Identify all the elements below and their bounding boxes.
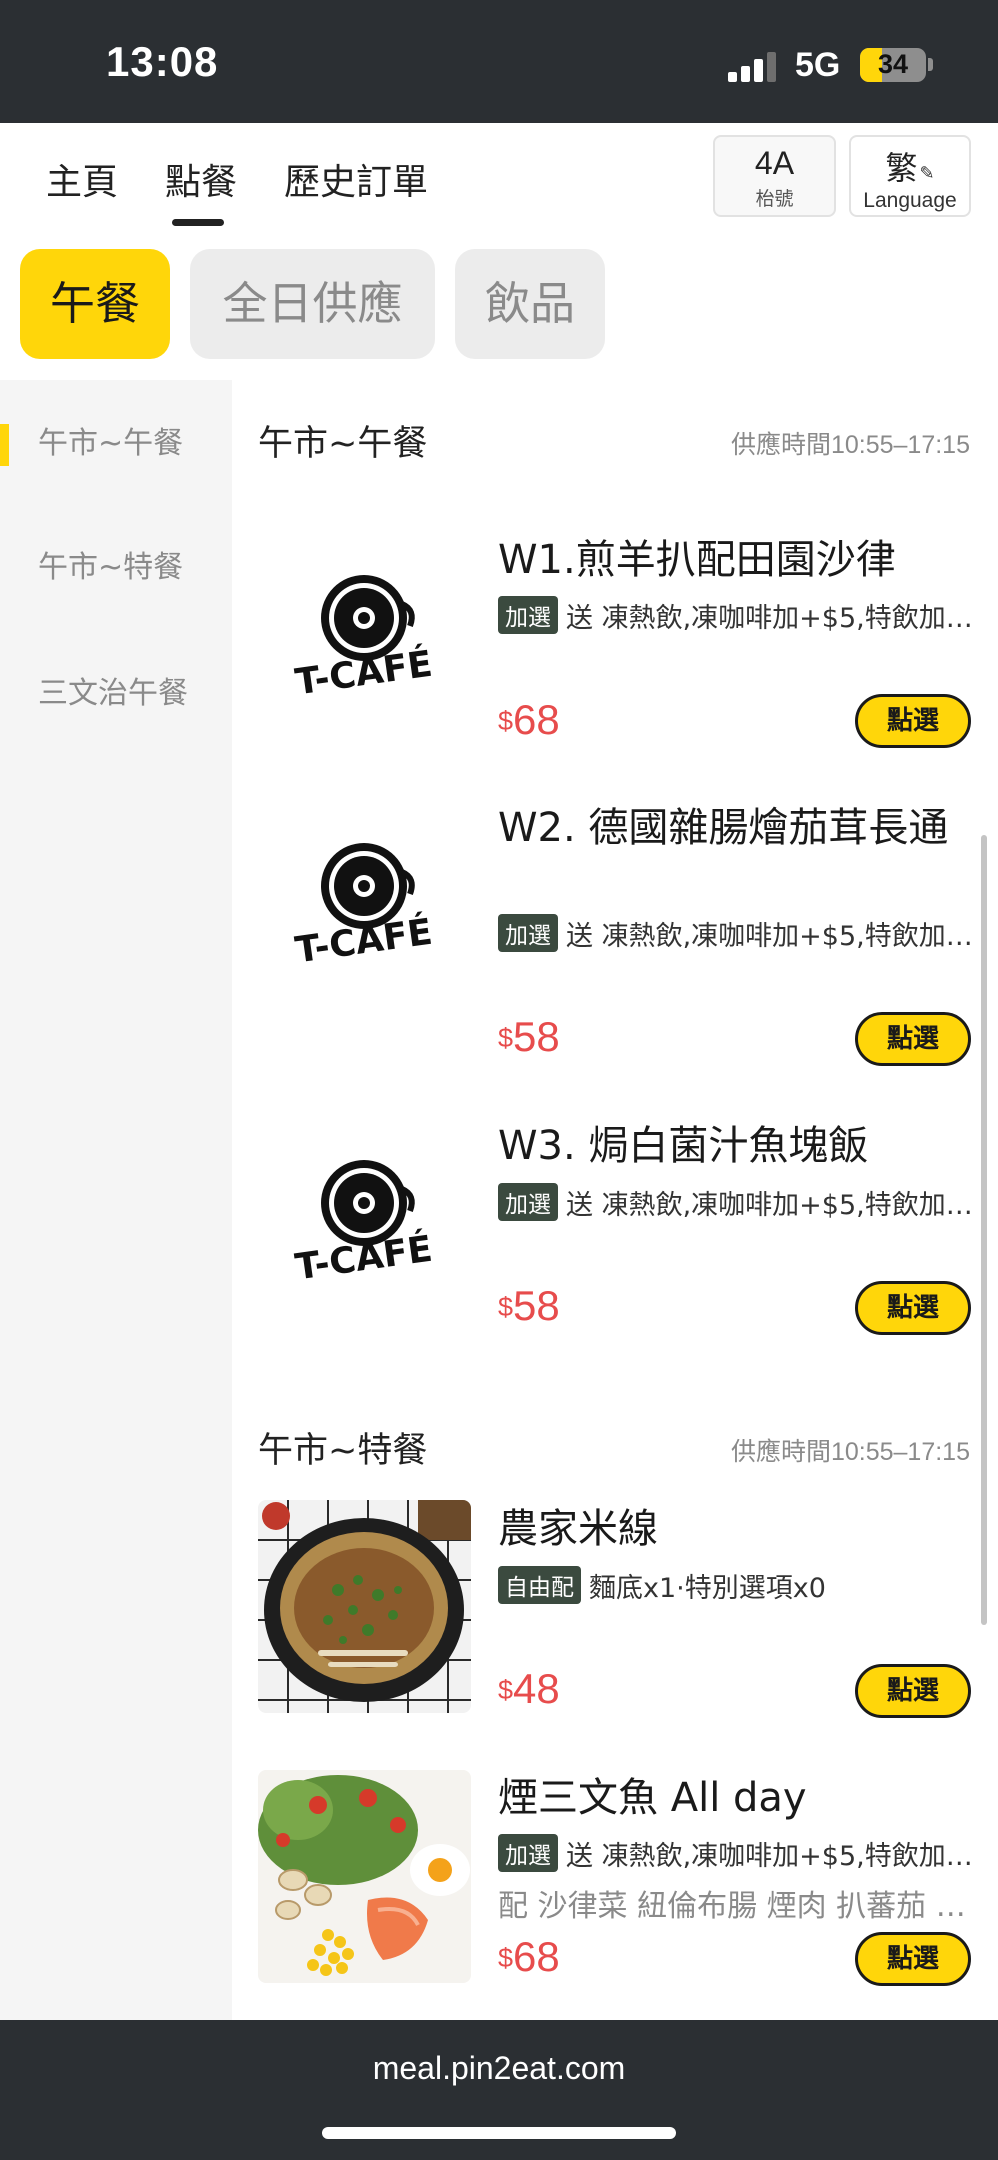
salmon-salad-photo	[258, 1770, 471, 1983]
price-value: 48	[513, 1665, 560, 1712]
home-indicator[interactable]	[322, 2127, 676, 2139]
pencil-icon: ✎	[919, 163, 935, 184]
category-lunch[interactable]: 午餐	[20, 249, 170, 359]
item-options-text: 送 凍熱飲,凍咖啡加+$5,特飲加+$8	[566, 921, 973, 952]
clock: 13:08	[106, 38, 219, 85]
scrollbar[interactable]	[981, 835, 987, 1625]
select-button[interactable]: 點選	[855, 1012, 971, 1066]
nav-active-indicator	[172, 219, 224, 226]
price-value: 68	[513, 696, 560, 743]
language-label: Language	[863, 189, 957, 212]
item-options: 加選送 凍熱飲,凍咖啡加+$5,特飲加+$8	[498, 1183, 973, 1223]
category-all-day[interactable]: 全日供應	[190, 249, 435, 359]
nav-home[interactable]: 主頁	[46, 153, 118, 205]
sidebar	[0, 380, 232, 2020]
item-tag: 加選	[498, 596, 558, 634]
price-currency: $	[498, 1943, 514, 1973]
nav-order-history[interactable]: 歷史訂單	[284, 153, 428, 205]
item-name[interactable]: W2. 德國雜腸燴茄茸長通	[498, 804, 968, 852]
battery-icon: 34	[860, 48, 926, 82]
item-options: 加選送 凍熱飲,凍咖啡加+$5,特飲加+$8	[498, 1834, 973, 1874]
section-title: 午市~特餐	[258, 1431, 428, 1471]
item-options-text: 麵底x1·特別選項x0	[589, 1573, 826, 1604]
section-time: 供應時間10:55–17:15	[730, 1438, 970, 1466]
sidebar-item-special[interactable]: 午市~特餐	[38, 548, 208, 588]
item-tag: 加選	[498, 1834, 558, 1872]
browser-url-bar[interactable]: meal.pin2eat.com	[0, 2020, 998, 2160]
sidebar-item-lunch[interactable]: 午市~午餐	[38, 424, 208, 464]
select-button[interactable]: 點選	[855, 1281, 971, 1335]
item-options: 自由配 麵底x1·特別選項x0	[498, 1566, 973, 1606]
item-name[interactable]: W3. 焗白菌汁魚塊飯	[498, 1122, 968, 1170]
table-number: 4A	[754, 145, 795, 181]
table-label: 枱號	[755, 188, 794, 210]
item-name[interactable]: W1.煎羊扒配田園沙律	[498, 536, 968, 584]
battery-level: 34	[877, 49, 909, 79]
network-type: 5G	[795, 46, 841, 84]
sidebar-item-sandwich-lunch[interactable]: 三文治午餐	[38, 674, 208, 714]
price-currency: $	[498, 1292, 514, 1322]
category-drinks[interactable]: 飲品	[455, 249, 605, 359]
item-tag: 加選	[498, 914, 558, 952]
signal-icon	[728, 52, 780, 82]
noodle-bowl-photo	[258, 1500, 471, 1713]
t-cafe-logo: T-CAFÉ	[258, 525, 471, 738]
url-text[interactable]: meal.pin2eat.com	[0, 2050, 998, 2087]
select-button[interactable]: 點選	[855, 694, 971, 748]
price-currency: $	[498, 1675, 514, 1705]
item-price: $58	[498, 1282, 560, 1330]
item-options-text: 送 凍熱飲,凍咖啡加+$5,特飲加+$8	[566, 1190, 973, 1221]
price-currency: $	[498, 1023, 514, 1053]
section-time: 供應時間10:55–17:15	[730, 431, 970, 459]
item-price: $48	[498, 1665, 560, 1713]
t-cafe-logo: T-CAFÉ	[258, 1110, 471, 1323]
price-value: 58	[513, 1013, 560, 1060]
battery-cap	[928, 58, 933, 71]
item-price: $58	[498, 1013, 560, 1061]
item-name[interactable]: 煙三文魚 All day	[498, 1774, 968, 1822]
language-button[interactable]: 繁 ✎ Language	[849, 135, 971, 217]
status-bar: 13:08 5G 34	[0, 0, 998, 123]
item-price: $68	[498, 1933, 560, 1981]
language-current: 繁	[885, 149, 918, 187]
item-description: 配 沙律菜 紐倫布腸 煙肉 扒蕃茄 太陽蛋	[498, 1889, 968, 1924]
item-price: $68	[498, 696, 560, 744]
item-options: 加選送 凍熱飲,凍咖啡加+$5,特飲加+$8	[498, 914, 973, 954]
top-nav: 主頁 點餐 歷史訂單 4A 枱號 繁 ✎ Language	[0, 123, 998, 233]
item-options-text: 送 凍熱飲,凍咖啡加+$5,特飲加+$8	[566, 1841, 973, 1872]
sidebar-active-indicator	[0, 424, 9, 466]
item-tag: 加選	[498, 1183, 558, 1221]
price-value: 58	[513, 1282, 560, 1329]
item-name[interactable]: 農家米線	[498, 1505, 968, 1553]
item-tag: 自由配	[498, 1566, 581, 1604]
nav-order[interactable]: 點餐	[165, 153, 237, 205]
table-number-box: 4A 枱號	[713, 135, 836, 217]
t-cafe-logo: T-CAFÉ	[258, 793, 471, 1006]
select-button[interactable]: 點選	[855, 1932, 971, 1986]
price-currency: $	[498, 706, 514, 736]
price-value: 68	[513, 1933, 560, 1980]
select-button[interactable]: 點選	[855, 1664, 971, 1718]
item-options: 加選送 凍熱飲,凍咖啡加+$5,特飲加+$8	[498, 596, 973, 636]
item-options-text: 送 凍熱飲,凍咖啡加+$5,特飲加+$8	[566, 603, 973, 634]
section-title: 午市~午餐	[258, 424, 428, 464]
